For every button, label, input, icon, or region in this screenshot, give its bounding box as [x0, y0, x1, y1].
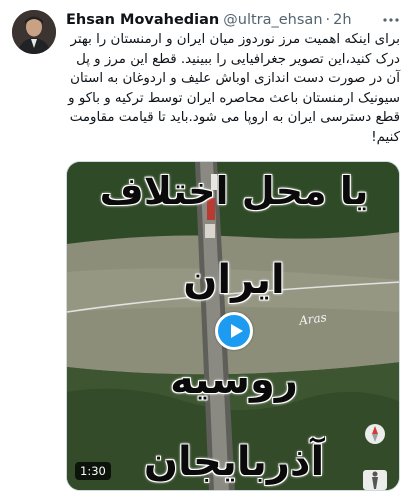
play-icon	[231, 324, 243, 338]
pegman-icon	[363, 470, 387, 490]
tweet-text-line: کنیم!	[371, 129, 400, 145]
video-duration: 1:30	[75, 462, 111, 480]
tweet-text-line: برای اینکه اهمیت مرز نوردوز میان ایران و…	[70, 32, 401, 47]
timestamp[interactable]: 2h	[333, 12, 351, 28]
overlay-label-russia: روسیه	[170, 357, 298, 403]
overlay-label-azerbaijan: آذربایجان	[143, 439, 325, 485]
author-name[interactable]: Ehsan Movahedian	[66, 12, 219, 28]
tweet-text-line: سیونیک ارمنستان باعث محاصره ایران توسط ت…	[68, 90, 400, 106]
more-dots-icon[interactable]	[381, 10, 401, 30]
tweet[interactable]: Ehsan Movahedian @ultra_ehsan · 2h برای این…	[0, 0, 413, 500]
tweet-text-line: درک کنید،این تصویر جغرافیایی را ببینید. …	[76, 51, 400, 67]
video-player[interactable]: یا محل اختلاف ایران روسیه آذربایجان Aras…	[66, 161, 400, 491]
overlay-label-iran: ایران	[183, 257, 285, 303]
tweet-header: Ehsan Movahedian @ultra_ehsan · 2h	[66, 10, 352, 30]
separator-dot: ·	[325, 12, 331, 28]
play-button[interactable]	[215, 312, 253, 350]
author-handle[interactable]: @ultra_ehsan	[223, 12, 322, 28]
overlay-heading: یا محل اختلاف	[99, 169, 369, 213]
tweet-text: برای اینکه اهمیت مرز نوردوز میان ایران و…	[66, 30, 400, 148]
tweet-text-line: آن در صورت دست اندازی اوباش علیف و اردوغ…	[70, 71, 400, 87]
compass-icon	[365, 424, 385, 444]
tweet-text-line: قطع دسترسی ایران به اروپا می شود.باید تا…	[69, 110, 400, 126]
avatar[interactable]	[12, 10, 56, 54]
